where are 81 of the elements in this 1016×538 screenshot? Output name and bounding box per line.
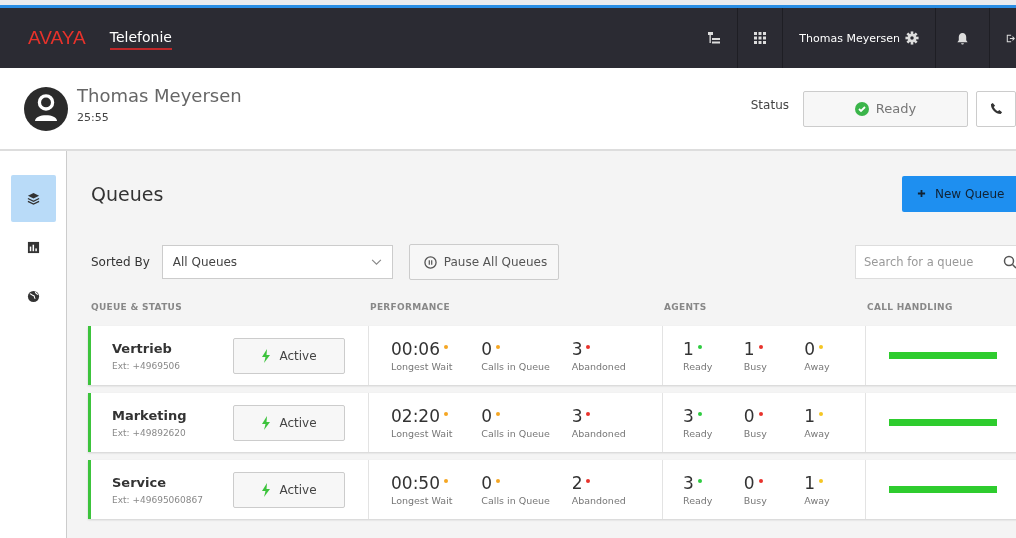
search-icon bbox=[1003, 255, 1016, 269]
metric-label: Abandoned bbox=[571, 361, 627, 372]
agent-count: 3 bbox=[683, 473, 694, 493]
column-header: CALL HANDLING bbox=[867, 302, 954, 312]
sort-label: Sorted By bbox=[91, 255, 150, 269]
metric-value: 02:20 bbox=[391, 406, 440, 426]
metric-label: Abandoned bbox=[571, 495, 627, 506]
metric-label: Away bbox=[804, 361, 831, 372]
hierarchy-icon[interactable] bbox=[707, 31, 722, 45]
pause-icon bbox=[423, 255, 437, 269]
metric-label: Busy bbox=[743, 361, 768, 372]
layers-icon bbox=[26, 192, 40, 205]
agent-count: 0 bbox=[743, 473, 755, 493]
agent-count: 0 bbox=[804, 339, 816, 359]
column-header: AGENTS bbox=[664, 302, 708, 312]
column-header: PERFORMANCE bbox=[370, 302, 451, 312]
bar-chart-icon bbox=[26, 241, 40, 254]
agent-count: 1 bbox=[804, 473, 816, 493]
metric-label: Busy bbox=[743, 495, 768, 506]
metric-label: Ready bbox=[683, 428, 714, 439]
metric-value: 0 bbox=[481, 473, 493, 493]
avatar-icon bbox=[24, 86, 68, 131]
agent-name: Thomas Meyersen bbox=[77, 85, 242, 106]
metric-value: 00:06 bbox=[391, 339, 440, 359]
queue-status-button[interactable]: Active bbox=[233, 471, 345, 508]
sidebar-item[interactable] bbox=[10, 175, 56, 222]
metric-value: 3 bbox=[571, 406, 583, 426]
metric-label: Calls in Queue bbox=[481, 361, 551, 372]
metric-label: Calls in Queue bbox=[481, 495, 551, 506]
metric-value: 2 bbox=[571, 473, 583, 493]
queue-extension: Ext: +49695060867 bbox=[112, 494, 204, 505]
metric-label: Ready bbox=[683, 495, 714, 506]
status-dropdown[interactable]: Ready bbox=[803, 90, 968, 127]
queue-name: Service bbox=[112, 474, 168, 490]
app-title[interactable]: Telefonie bbox=[109, 26, 172, 50]
pause-all-button[interactable]: Pause All Queues bbox=[408, 244, 559, 280]
queue-extension: Ext: +49892620 bbox=[112, 427, 187, 438]
metric-label: Abandoned bbox=[571, 428, 627, 439]
search-field[interactable]: Search for a queue bbox=[855, 245, 1016, 279]
globe-icon bbox=[26, 290, 40, 303]
logo: AVAYA bbox=[28, 27, 86, 49]
agent-count: 1 bbox=[683, 339, 694, 359]
new-queue-button[interactable]: New Queue bbox=[902, 175, 1016, 212]
status-label: Status bbox=[750, 97, 789, 112]
metric-label: Longest Wait bbox=[391, 361, 454, 372]
queue-extension: Ext: +4969506 bbox=[112, 360, 182, 371]
phone-button[interactable] bbox=[976, 90, 1016, 127]
lightning-icon bbox=[261, 415, 272, 430]
lightning-icon bbox=[261, 482, 272, 497]
phone-icon bbox=[989, 102, 1003, 115]
user-name[interactable]: Thomas Meyersen bbox=[799, 31, 900, 45]
metric-label: Longest Wait bbox=[391, 428, 454, 439]
metric-label: Busy bbox=[743, 428, 768, 439]
agent-count: 1 bbox=[743, 339, 755, 359]
chevron-down-icon bbox=[370, 258, 382, 266]
agent-count: 1 bbox=[804, 406, 816, 426]
agent-count: 0 bbox=[743, 406, 755, 426]
session-timer: 25:55 bbox=[77, 111, 110, 124]
agent-count: 3 bbox=[683, 406, 694, 426]
bell-icon[interactable] bbox=[956, 31, 969, 45]
queue-status-button[interactable]: Active bbox=[233, 404, 345, 441]
metric-value: 0 bbox=[481, 406, 493, 426]
column-header: QUEUE & STATUS bbox=[91, 302, 183, 312]
metric-label: Ready bbox=[683, 361, 714, 372]
metric-label: Calls in Queue bbox=[481, 428, 551, 439]
metric-value: 0 bbox=[481, 339, 493, 359]
queue-status-button[interactable]: Active bbox=[233, 337, 345, 374]
queue-name: Vertrieb bbox=[112, 340, 173, 356]
grid-icon[interactable] bbox=[754, 32, 767, 44]
metric-label: Longest Wait bbox=[391, 495, 454, 506]
page-title: Queues bbox=[91, 182, 165, 205]
check-icon bbox=[854, 101, 869, 116]
metric-label: Away bbox=[804, 428, 831, 439]
queue-name: Marketing bbox=[112, 407, 188, 423]
settings-icon[interactable] bbox=[905, 31, 919, 45]
metric-value: 00:50 bbox=[391, 473, 440, 493]
sort-dropdown[interactable]: All Queues bbox=[161, 245, 393, 279]
metric-value: 3 bbox=[571, 339, 583, 359]
lightning-icon bbox=[261, 348, 272, 363]
plus-icon bbox=[917, 189, 926, 198]
metric-label: Away bbox=[804, 495, 831, 506]
